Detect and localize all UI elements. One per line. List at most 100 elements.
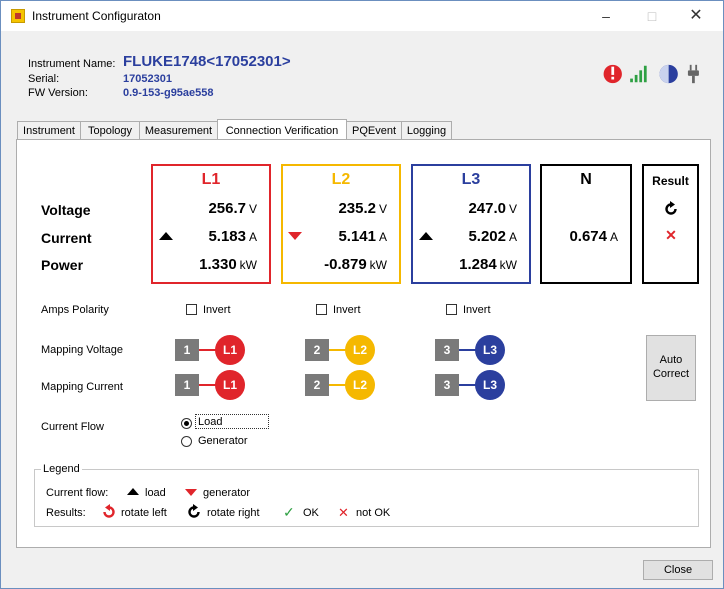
l1-invert-checkbox[interactable] (186, 304, 197, 315)
maximize-button[interactable]: □ (629, 4, 675, 28)
battery-pie-icon[interactable] (659, 64, 678, 84)
power-row-label: Power (41, 257, 84, 273)
voltage-map-l1[interactable]: L1 (215, 335, 245, 365)
l1-power: 1.330 kW (161, 256, 257, 273)
tab-logging[interactable]: Logging (401, 121, 452, 140)
current-row-label: Current (41, 230, 92, 246)
l1-current-value: 5.183 (208, 228, 246, 245)
voltage-input-1: 1 (175, 339, 199, 361)
l1-invert-label: Invert (203, 304, 231, 316)
mapping-current-label: Mapping Current (41, 381, 123, 393)
l2-current: 5.141 A (291, 228, 387, 245)
l2-power-value: -0.879 (324, 256, 367, 273)
power-plug-icon[interactable] (687, 64, 699, 84)
voltage-input-2: 2 (305, 339, 329, 361)
current-flow-generator-label[interactable]: Generator (198, 435, 248, 447)
current-map-l2[interactable]: L2 (345, 370, 375, 400)
status-icons (603, 64, 699, 84)
l2-current-value: 5.141 (338, 228, 376, 245)
l3-power: 1.284 kW (421, 256, 517, 273)
current-input-3: 3 (435, 374, 459, 396)
legend-load-arrow-icon (127, 488, 139, 495)
auto-correct-line1: Auto (659, 354, 683, 366)
phase-l3-header: L3 (461, 171, 481, 188)
l3-voltage: 247.0 V (421, 200, 517, 217)
info-alert-icon[interactable] (603, 64, 622, 84)
l3-current: 5.202 A (421, 228, 517, 245)
minimize-button[interactable]: – (583, 4, 629, 28)
current-flow-label: Current Flow (41, 421, 104, 433)
legend-current-flow-label: Current flow: (46, 487, 109, 499)
tab-measurement[interactable]: Measurement (139, 121, 218, 140)
current-map-l1[interactable]: L1 (215, 370, 245, 400)
current-flow-generator-radio[interactable] (181, 436, 192, 447)
current-input-1: 1 (175, 374, 199, 396)
instrument-name-value: FLUKE1748<17052301> (123, 53, 291, 70)
l1-power-unit: kW (239, 258, 257, 272)
current-input-2: 2 (305, 374, 329, 396)
legend-ok-icon: ✓ (283, 504, 295, 520)
tab-connection-verification[interactable]: Connection Verification (217, 119, 347, 140)
l3-invert-checkbox[interactable] (446, 304, 457, 315)
l1-voltage-unit: V (248, 202, 257, 216)
tab-topology[interactable]: Topology (80, 121, 140, 140)
close-button[interactable]: Close (643, 560, 713, 580)
tab-pqevent[interactable]: PQEvent (346, 121, 402, 140)
title-bar: Instrument Configuraton – □ ✕ (1, 1, 723, 31)
l2-invert-label: Invert (333, 304, 361, 316)
legend-results-label: Results: (46, 507, 86, 519)
neutral-current-value: 0.674 (569, 228, 607, 245)
voltage-map-l2[interactable]: L2 (345, 335, 375, 365)
l1-power-value: 1.330 (199, 256, 237, 273)
tab-instrument[interactable]: Instrument (17, 121, 81, 140)
l2-power: -0.879 kW (291, 256, 387, 273)
legend-rotate-left-icon (103, 504, 115, 518)
l1-current-unit: A (248, 230, 257, 244)
l3-invert-label: Invert (463, 304, 491, 316)
legend-generator-arrow-icon (185, 489, 197, 496)
l2-power-unit: kW (369, 258, 387, 272)
phase-l1-header: L1 (201, 171, 221, 188)
l3-current-unit: A (508, 230, 517, 244)
current-flow-load-label[interactable]: Load (198, 416, 222, 428)
window-title: Instrument Configuraton (32, 9, 161, 23)
l2-voltage-value: 235.2 (338, 200, 376, 217)
neutral-header: N (580, 171, 592, 188)
mapping-voltage-label: Mapping Voltage (41, 344, 123, 356)
current-map-l3[interactable]: L3 (475, 370, 505, 400)
neutral-current-unit: A (609, 230, 618, 244)
current-flow-load-radio[interactable] (181, 418, 192, 429)
legend-rotate-right-icon (188, 504, 200, 518)
legend-rotate-right-label: rotate right (207, 507, 260, 519)
l3-power-value: 1.284 (459, 256, 497, 273)
l3-current-value: 5.202 (468, 228, 506, 245)
result-header: Result (652, 174, 689, 188)
l3-voltage-value: 247.0 (468, 200, 506, 217)
voltage-row-label: Voltage (41, 202, 91, 218)
l3-voltage-unit: V (508, 202, 517, 216)
close-window-button[interactable]: ✕ (673, 4, 719, 28)
amps-polarity-label: Amps Polarity (41, 304, 109, 316)
legend-not-ok-icon: ✕ (338, 505, 349, 520)
l1-current: 5.183 A (161, 228, 257, 245)
l3-power-unit: kW (499, 258, 517, 272)
fw-version-label: FW Version: (28, 87, 88, 99)
l1-voltage: 256.7 V (161, 200, 257, 217)
legend-rotate-left-label: rotate left (121, 507, 167, 519)
neutral-current: 0.674 A (546, 228, 618, 245)
voltage-input-3: 3 (435, 339, 459, 361)
l2-voltage: 235.2 V (291, 200, 387, 217)
legend-load-label: load (145, 487, 166, 499)
app-logo-icon (11, 9, 25, 23)
l2-current-unit: A (378, 230, 387, 244)
instrument-name-label: Instrument Name: (28, 58, 116, 70)
signal-bars-icon[interactable] (630, 65, 647, 83)
auto-correct-button[interactable]: Auto Correct (646, 335, 696, 401)
legend-title: Legend (41, 463, 82, 475)
legend-not-ok-label: not OK (356, 507, 391, 519)
l2-invert-checkbox[interactable] (316, 304, 327, 315)
auto-correct-line2: Correct (652, 368, 690, 380)
voltage-map-l3[interactable]: L3 (475, 335, 505, 365)
serial-value: 17052301 (123, 73, 172, 85)
l1-voltage-value: 256.7 (208, 200, 246, 217)
